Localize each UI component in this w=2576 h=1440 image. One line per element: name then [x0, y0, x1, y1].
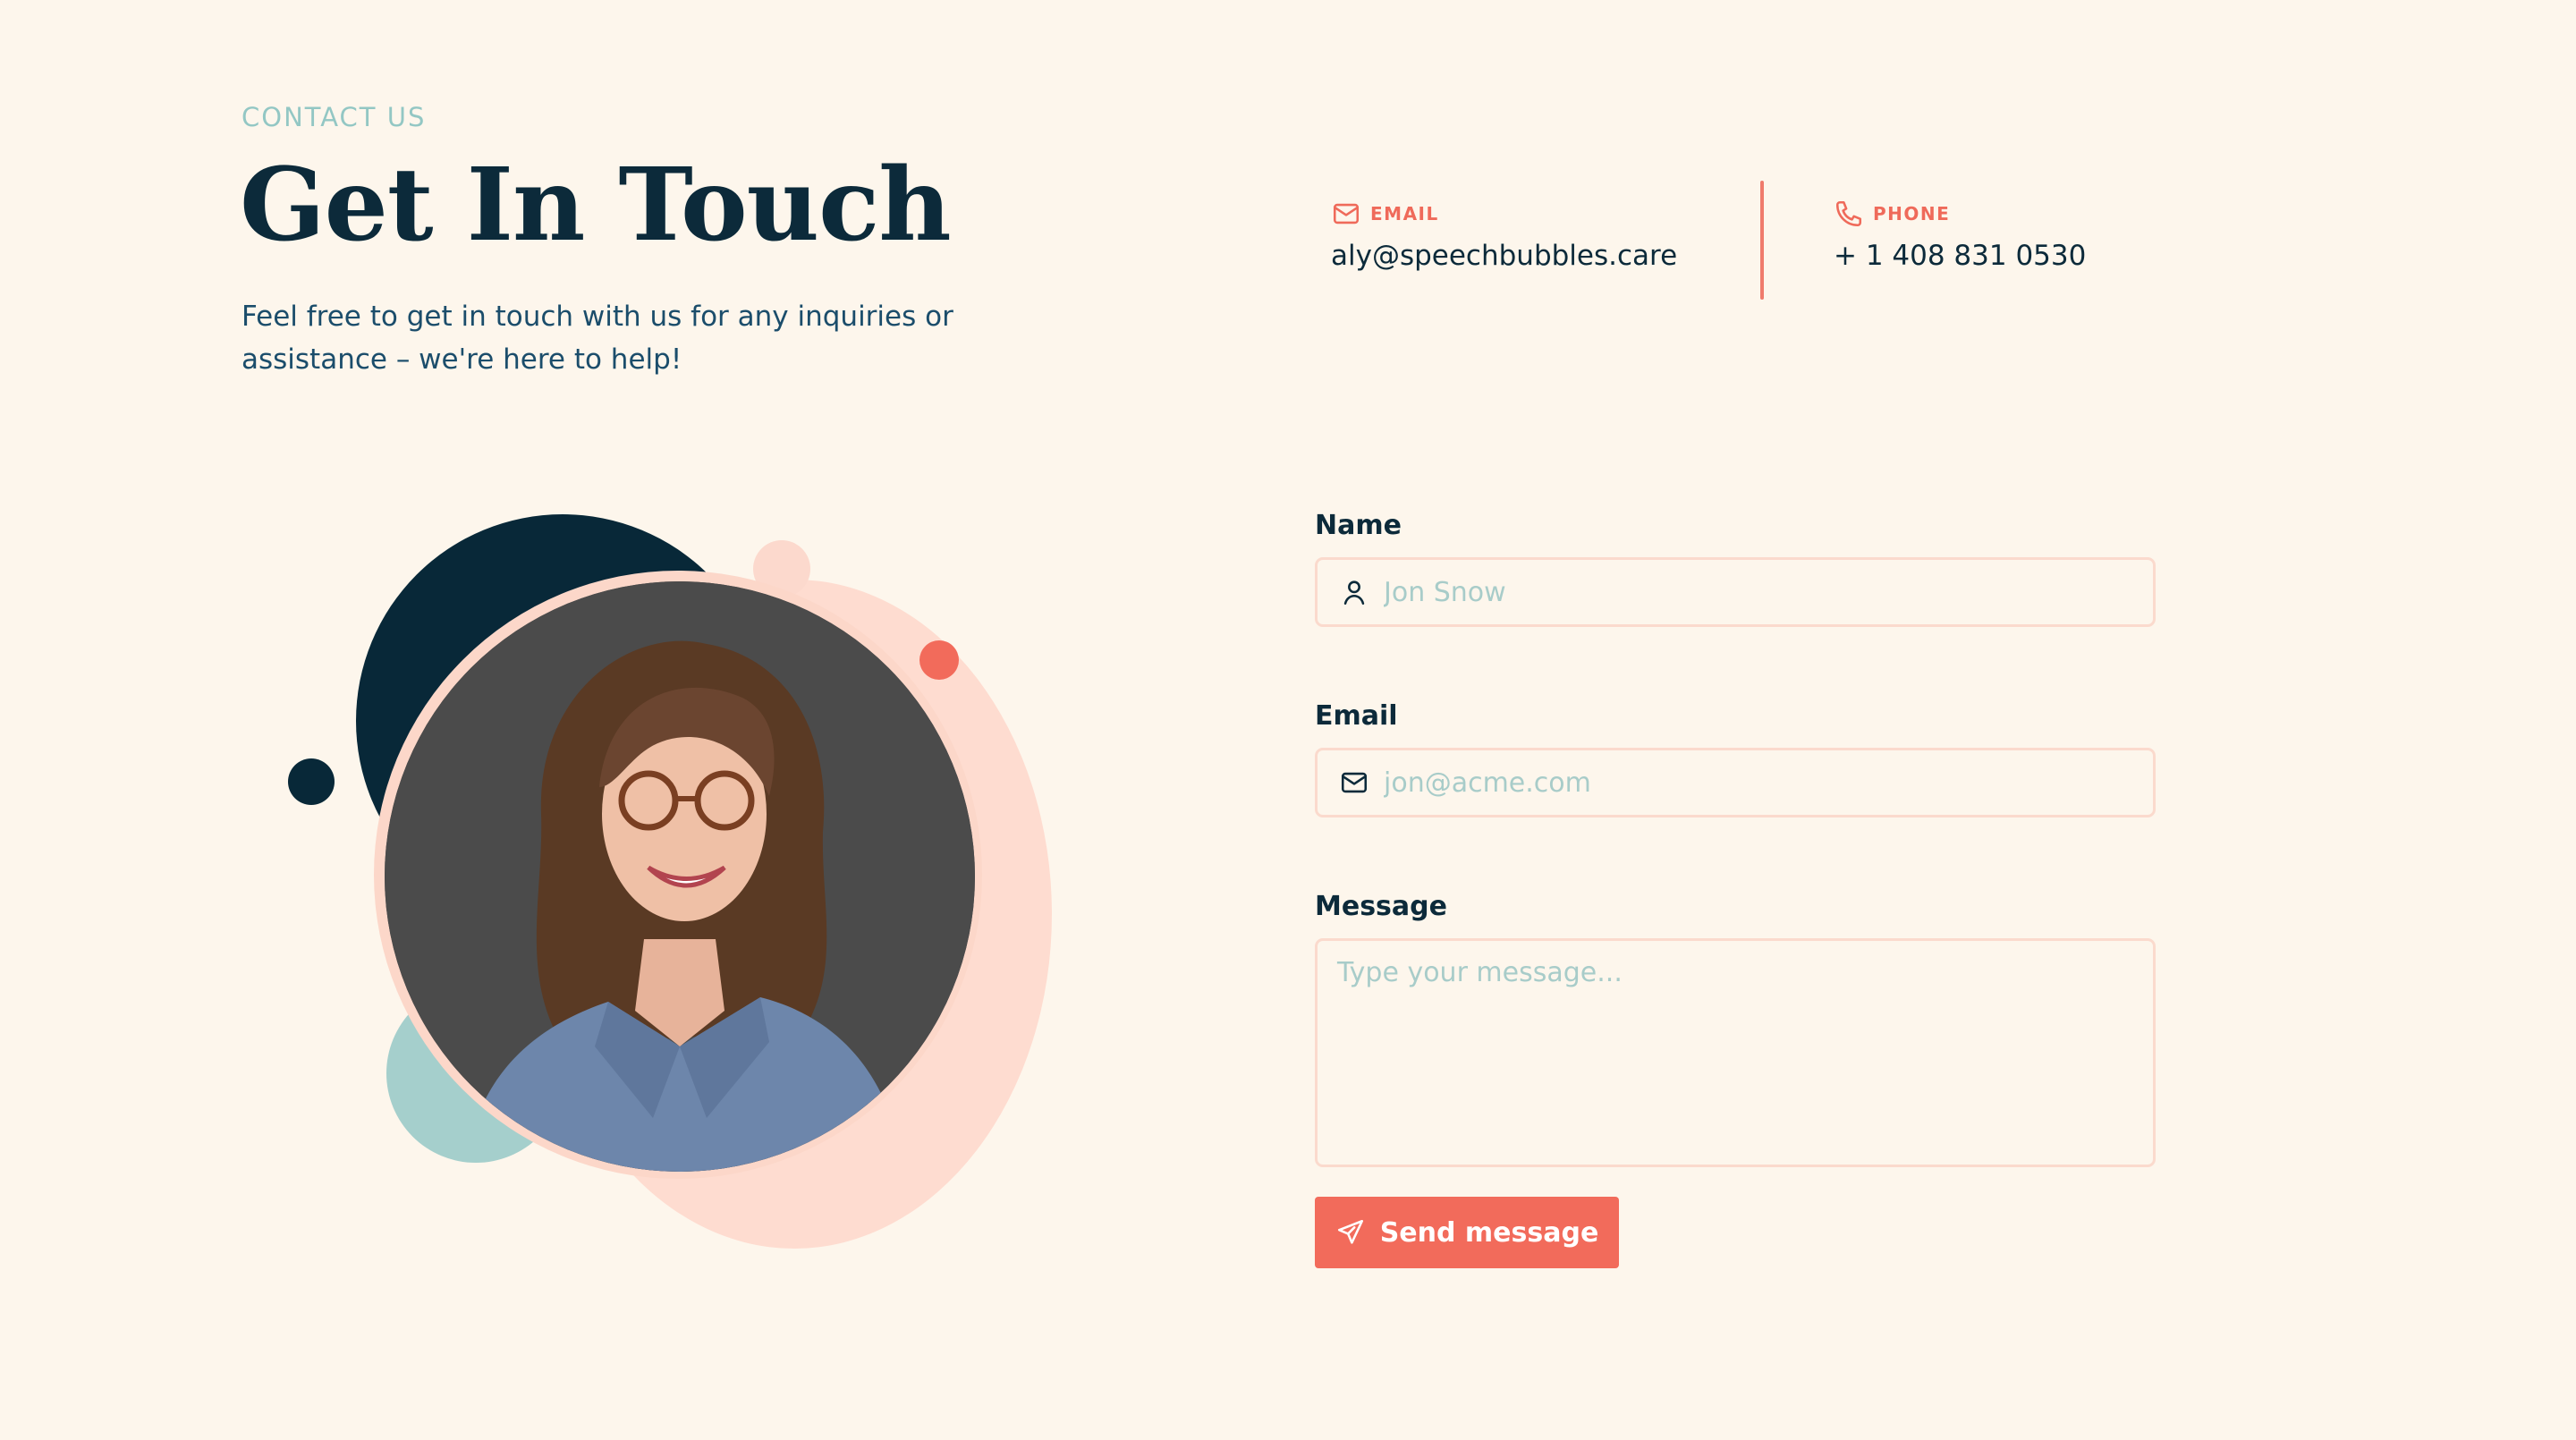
portrait-photo — [385, 581, 975, 1172]
phone-number-link[interactable]: + 1 408 831 0530 — [1834, 240, 2086, 272]
email-address-link[interactable]: aly@speechbubbles.care — [1331, 240, 1677, 272]
decorative-dot-navy — [288, 758, 335, 805]
send-icon — [1337, 1219, 1363, 1244]
section-eyebrow: CONTACT US — [242, 102, 427, 132]
email-info: EMAIL aly@speechbubbles.care — [1331, 199, 1677, 272]
phone-icon — [1835, 200, 1862, 227]
phone-label-text: PHONE — [1873, 203, 1951, 224]
mail-icon — [1333, 203, 1360, 224]
email-info-label: EMAIL — [1331, 199, 1677, 229]
name-field-group: Name — [1315, 510, 2156, 627]
email-label: Email — [1315, 700, 1398, 732]
contact-form: Name Email Message — [1315, 510, 2156, 1167]
page-title: Get In Touch — [240, 147, 952, 264]
send-message-label: Send message — [1379, 1216, 1599, 1249]
phone-info: PHONE + 1 408 831 0530 — [1834, 199, 2086, 272]
name-input[interactable] — [1382, 560, 2135, 624]
email-input-wrapper — [1315, 748, 2156, 817]
decorative-dot-coral — [919, 640, 959, 680]
contact-divider — [1760, 181, 1764, 300]
mail-icon — [1341, 772, 1368, 793]
email-input[interactable] — [1382, 750, 2135, 815]
message-field-group: Message — [1315, 891, 2156, 1167]
user-icon — [1343, 580, 1365, 606]
page-subtitle: Feel free to get in touch with us for an… — [242, 301, 953, 376]
message-textarea-wrapper — [1315, 938, 2156, 1167]
name-input-wrapper — [1315, 557, 2156, 627]
send-message-button[interactable]: Send message — [1315, 1197, 1619, 1268]
email-label-text: EMAIL — [1370, 203, 1439, 224]
name-label: Name — [1315, 510, 1402, 541]
email-field-group: Email — [1315, 700, 2156, 817]
phone-info-label: PHONE — [1834, 199, 2086, 229]
message-textarea[interactable] — [1318, 941, 2153, 1165]
message-label: Message — [1315, 891, 1447, 922]
